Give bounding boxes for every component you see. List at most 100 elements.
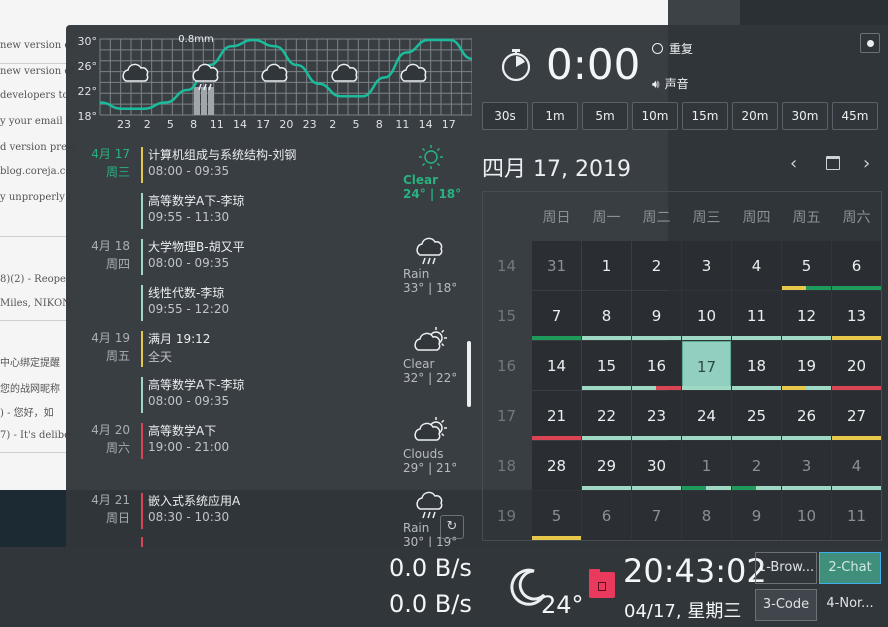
calendar-day[interactable]: 9 xyxy=(732,491,781,540)
event-indicator xyxy=(782,286,806,290)
pager-desktop-3[interactable]: 3-Code xyxy=(755,589,817,621)
calendar-day[interactable]: 25 xyxy=(732,391,781,440)
calendar-day[interactable]: 15 xyxy=(582,341,631,390)
forecast-temperature: 24° | 18° xyxy=(403,187,462,201)
calendar-day[interactable]: 31 xyxy=(532,241,581,290)
stopwatch-icon[interactable] xyxy=(500,47,532,83)
calendar-day[interactable]: 11 xyxy=(732,291,781,340)
calendar-day[interactable]: 8 xyxy=(582,291,631,340)
event-color-bar xyxy=(141,377,143,413)
calendar-day[interactable]: 21 xyxy=(532,391,581,440)
calendar-day[interactable]: 19 xyxy=(782,341,831,390)
calendar-day[interactable]: 5 xyxy=(782,241,831,290)
calendar-day[interactable]: 22 xyxy=(582,391,631,440)
date-label[interactable]: 04/17, 星期三 xyxy=(624,597,741,623)
calendar-day[interactable]: 30 xyxy=(632,441,681,490)
calendar-day[interactable]: 5 xyxy=(532,491,581,540)
calendar-day[interactable]: 7 xyxy=(532,291,581,340)
calendar-today-button[interactable] xyxy=(826,156,840,170)
refresh-button[interactable]: ↻ xyxy=(440,515,464,539)
event-title[interactable]: 高等数学A下-李琼 xyxy=(148,192,245,209)
calendar-day[interactable]: 14 xyxy=(532,341,581,390)
calendar-day[interactable]: 24 xyxy=(682,391,731,440)
weekday-header: 周四 xyxy=(742,210,771,226)
background-text-line: 7) - It's delibe xyxy=(0,430,71,441)
calendar-day[interactable]: 3 xyxy=(682,241,731,290)
calendar-day[interactable]: 28 xyxy=(532,441,581,490)
event-title[interactable]: 计算机组成与系统结构-刘钢 xyxy=(148,146,296,163)
background-text-line: 您的战网昵称 xyxy=(0,384,60,395)
calendar-day[interactable]: 10 xyxy=(782,491,831,540)
timer-display: 0:00 xyxy=(546,40,641,89)
calendar-day[interactable]: 4 xyxy=(832,441,881,490)
calendar-day[interactable]: 4 xyxy=(732,241,781,290)
sound-toggle[interactable]: 🔊︎ 声音 xyxy=(652,75,689,92)
calendar-day[interactable]: 18 xyxy=(732,341,781,390)
agenda-weekday: 周五 xyxy=(105,349,130,363)
calendar-day[interactable]: 7 xyxy=(632,491,681,540)
forecast-day: Clouds 29° | 21° xyxy=(390,417,470,475)
calendar-day[interactable]: 10 xyxy=(682,291,731,340)
calendar-day[interactable]: 29 xyxy=(582,441,631,490)
trash-folder-icon[interactable] xyxy=(589,569,615,598)
calendar-day[interactable]: 9 xyxy=(632,291,681,340)
event-time: 19:00 - 21:00 xyxy=(148,440,230,454)
calendar-day-today[interactable]: 17 xyxy=(682,341,731,390)
calendar-day[interactable]: 12 xyxy=(782,291,831,340)
event-indicator xyxy=(632,336,681,340)
calendar-day[interactable]: 6 xyxy=(832,241,881,290)
calendar-day[interactable]: 26 xyxy=(782,391,831,440)
calendar-day[interactable]: 2 xyxy=(632,241,681,290)
x-tick-label: 14 xyxy=(419,118,433,131)
pager-desktop-2[interactable]: 2-Chat xyxy=(819,552,881,584)
event-title[interactable]: 嵌入式系统应用A xyxy=(148,492,240,509)
clock[interactable]: 20:43:02 xyxy=(623,552,767,590)
timer-preset-button[interactable]: 1m xyxy=(532,102,578,130)
timer-preset-button[interactable]: 5m xyxy=(582,102,628,130)
timer-preset-button[interactable]: 20m xyxy=(732,102,778,130)
calendar-day[interactable]: 6 xyxy=(582,491,631,540)
no-entry-icon xyxy=(652,43,663,54)
previous-month-button[interactable]: ‹ xyxy=(790,153,797,174)
forecast-day: Clear 32° | 22° xyxy=(390,327,470,385)
calendar-day[interactable]: 1 xyxy=(682,441,731,490)
calendar-day[interactable]: 20 xyxy=(832,341,881,390)
repeat-toggle[interactable]: 重复 xyxy=(652,40,693,57)
event-indicator xyxy=(582,336,631,340)
event-title[interactable]: 高等数学A下 xyxy=(148,422,216,439)
pager-desktop-1[interactable]: 1-Brow... xyxy=(755,552,817,584)
event-indicator xyxy=(832,486,881,490)
event-color-bar xyxy=(141,493,143,529)
timer-preset-button[interactable]: 10m xyxy=(632,102,678,130)
event-indicator xyxy=(656,386,681,390)
event-title[interactable]: 大学物理B-胡又平 xyxy=(148,238,245,255)
timer-preset-button[interactable]: 30m xyxy=(782,102,828,130)
calendar-day[interactable]: 13 xyxy=(832,291,881,340)
calendar-day[interactable]: 27 xyxy=(832,391,881,440)
event-title[interactable]: 高等数学A下-李琼 xyxy=(148,376,245,393)
scrollbar[interactable] xyxy=(467,341,471,407)
background-text-line: developers to xyxy=(0,90,69,101)
next-month-button[interactable]: › xyxy=(863,153,870,174)
weather-chart-svg: 30° 26° 22° 18° 23 2 5 8 11 14 17 20 23 2 5 8 11 14 17 0.8m… xyxy=(78,34,472,131)
event-indicator xyxy=(732,336,781,340)
event-title[interactable]: 满月 19:12 xyxy=(148,330,210,347)
calendar-day[interactable]: 11 xyxy=(832,491,881,540)
weekday-header: 周日 xyxy=(542,210,571,226)
calendar-popup: 30° 26° 22° 18° 23 2 5 8 11 14 17 20 23 2 5 8 11 14 17 0.8m… xyxy=(66,25,888,549)
calendar-day[interactable]: 16 xyxy=(632,341,681,390)
weather-temperature[interactable]: 24° xyxy=(541,591,584,619)
pager-desktop-4[interactable]: 4-Nor... xyxy=(819,589,881,621)
timer-preset-button[interactable]: 45m xyxy=(832,102,878,130)
event-indicator xyxy=(682,486,706,490)
calendar-day[interactable]: 23 xyxy=(632,391,681,440)
calendar-day[interactable]: 2 xyxy=(732,441,781,490)
calendar-day[interactable]: 8 xyxy=(682,491,731,540)
event-title[interactable]: 线性代数-李琼 xyxy=(148,284,224,301)
calendar-day[interactable]: 3 xyxy=(782,441,831,490)
calendar-day[interactable]: 1 xyxy=(582,241,631,290)
pin-button[interactable] xyxy=(860,33,880,53)
timer-preset-button[interactable]: 30s xyxy=(482,102,528,130)
week-number: 16 xyxy=(496,357,517,375)
timer-preset-button[interactable]: 15m xyxy=(682,102,728,130)
